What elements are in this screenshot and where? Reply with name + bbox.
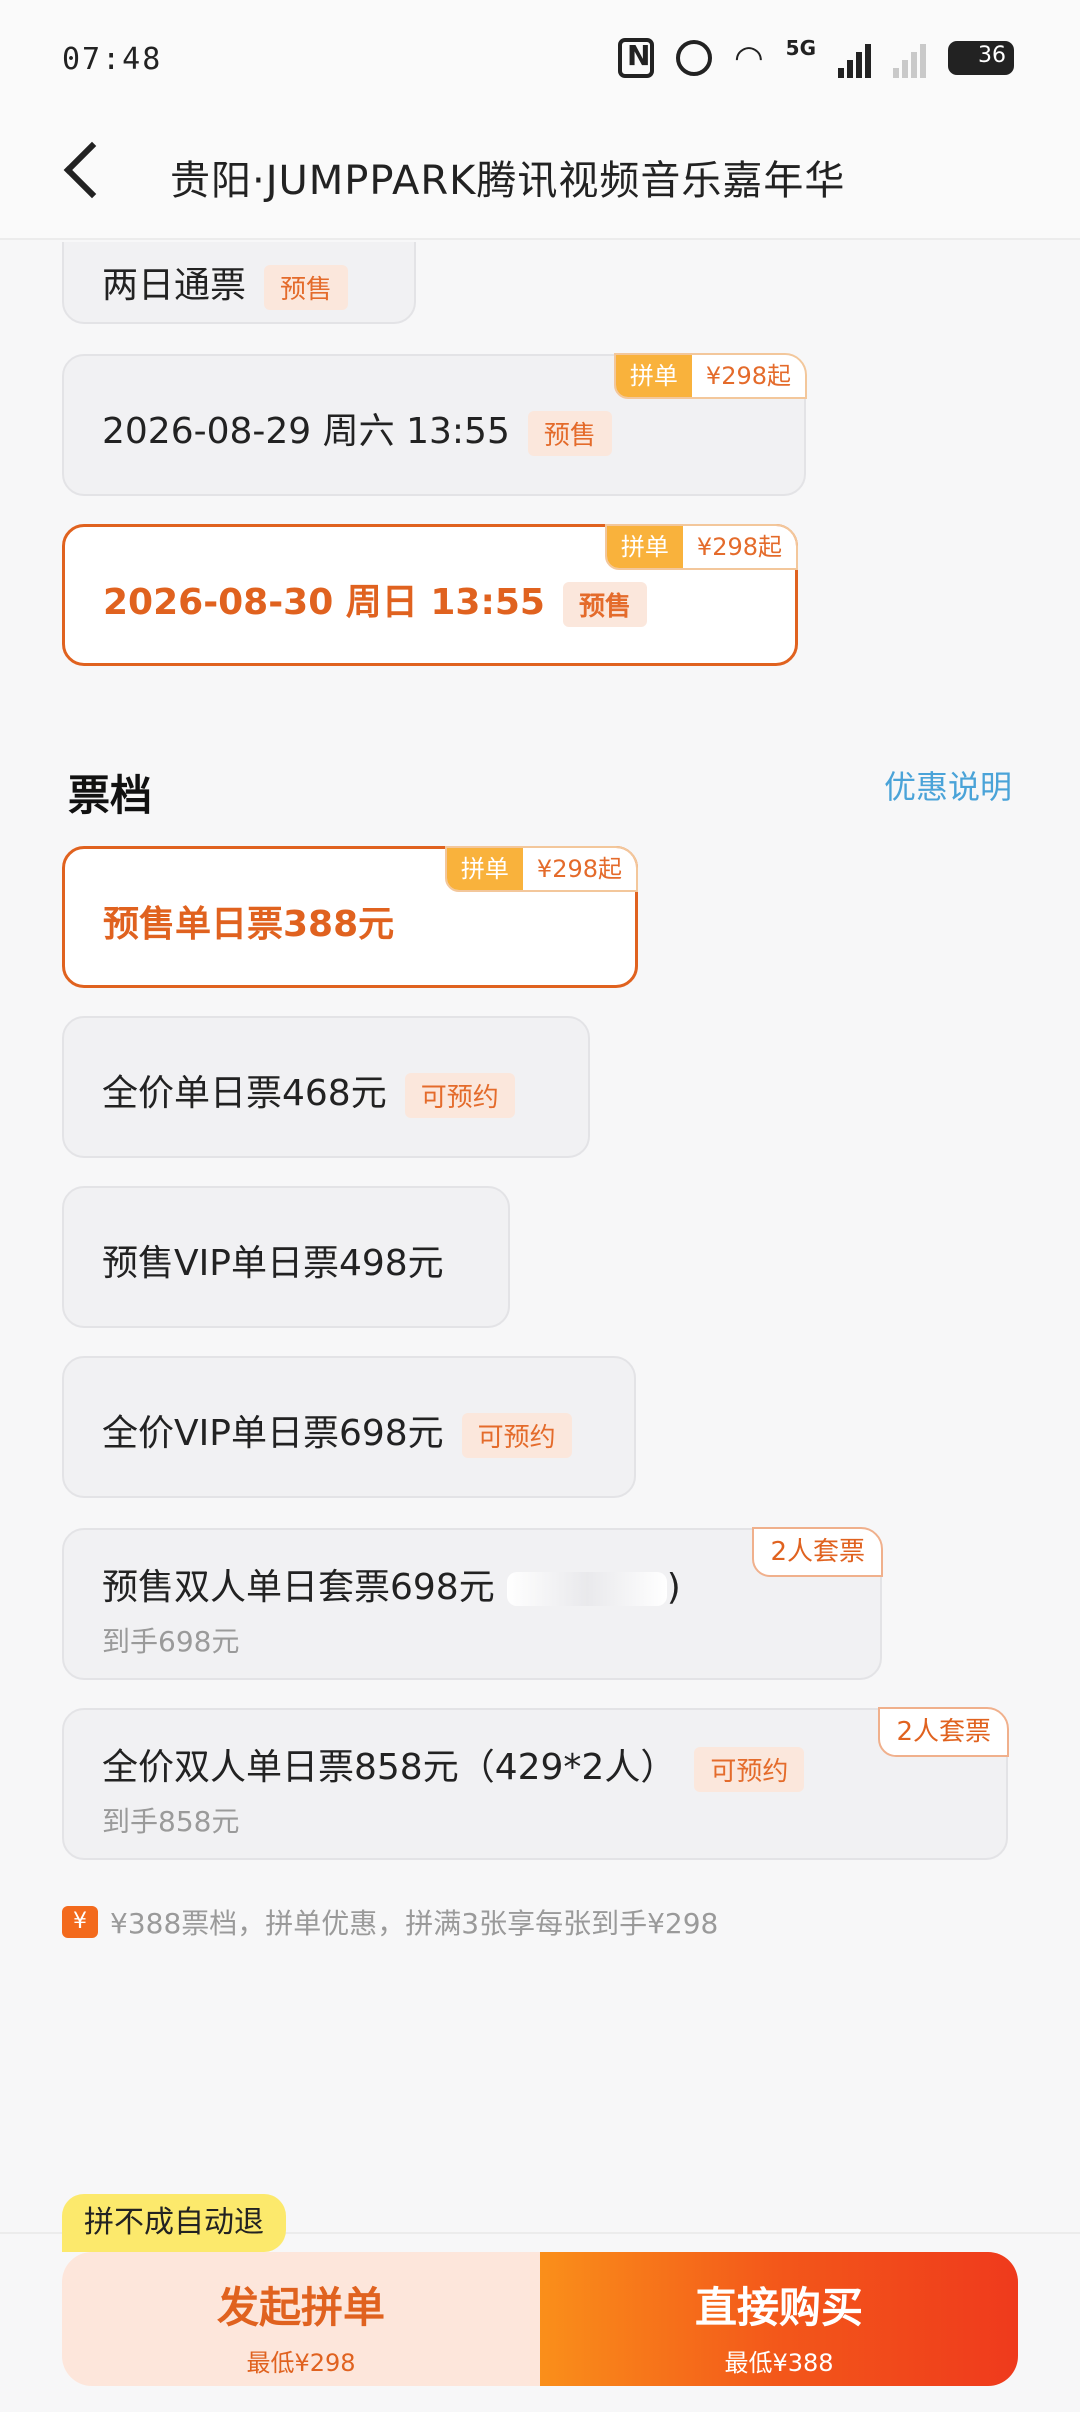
ticket-label-tail: ) [666, 1567, 681, 1608]
note-text: ¥388票档，拼单优惠，拼满3张享每张到手¥298 [110, 1907, 719, 1940]
blurred-text [506, 1572, 667, 1606]
group-buy-price: ¥298起 [691, 355, 805, 397]
ticket-label: 预售单日票388元 [103, 904, 395, 945]
group-buy-badge: 拼单 ¥298起 [604, 524, 798, 570]
session-label: 2026-08-29 周六 13:55 [102, 411, 510, 452]
back-icon[interactable] [63, 141, 121, 199]
group-buy-badge: 拼单 ¥298起 [613, 353, 807, 399]
ticket-tier-full-double[interactable]: 2人套票 全价双人单日票858元（429*2人） 可预约 到手858元 [62, 1707, 1009, 1860]
reservable-tag: 可预约 [694, 1746, 805, 1792]
action-buttons: 发起拼单 最低¥298 直接购买 最低¥388 [62, 2252, 1018, 2386]
start-group-buy-price: 最低¥298 [246, 2349, 356, 2377]
presale-tag: 预售 [562, 581, 647, 627]
status-time: 07:48 [62, 42, 163, 77]
battery-icon: 36 [948, 41, 1014, 75]
group-buy-price: ¥298起 [682, 526, 796, 568]
buy-now-price: 最低¥388 [724, 2349, 834, 2377]
ticket-label: 全价双人单日票858元（429*2人） [102, 1747, 677, 1788]
group-buy-label: 拼单 [446, 848, 523, 890]
presale-tag: 预售 [527, 410, 612, 456]
nav-header: 贵阳·JUMPPARK腾讯视频音乐嘉年华 [0, 110, 1080, 240]
ticket-tier-presale-vip[interactable]: 预售VIP单日票498元 [62, 1186, 510, 1328]
buy-now-label: 直接购买 [694, 2283, 863, 2332]
page-title: 贵阳·JUMPPARK腾讯视频音乐嘉年华 [170, 158, 846, 204]
group-buy-note: ¥ ¥388票档，拼单优惠，拼满3张享每张到手¥298 [62, 1902, 718, 1942]
section-title: 票档 [68, 771, 153, 820]
status-bar: 07:48 ◠ 5G 36 [0, 0, 1080, 110]
ticket-label: 预售双人单日套票698元 [102, 1567, 495, 1608]
session-card-0829[interactable]: 拼单 ¥298起 2026-08-29 周六 13:55 预售 [62, 353, 807, 496]
ticket-label: 预售VIP单日票498元 [102, 1243, 444, 1284]
session-card-0830[interactable]: 拼单 ¥298起 2026-08-30 周日 13:55 预售 [62, 524, 798, 666]
group-buy-badge: 拼单 ¥298起 [444, 846, 638, 892]
start-group-buy-label: 发起拼单 [216, 2283, 385, 2332]
alarm-icon [675, 40, 712, 76]
session-label: 两日通票 [102, 265, 247, 306]
final-price: 到手858元 [102, 1805, 240, 1838]
ticket-label: 全价单日票468元 [102, 1073, 387, 1114]
group-buy-label: 拼单 [606, 526, 683, 568]
discount-info-link[interactable]: 优惠说明 [884, 762, 1012, 808]
yen-icon: ¥ [62, 1906, 98, 1938]
ticket-label: 全价VIP单日票698元 [102, 1413, 444, 1454]
signal-icon [838, 38, 871, 78]
signal-2-icon [893, 38, 926, 78]
ticket-tier-presale-single[interactable]: 拼单 ¥298起 预售单日票388元 [62, 846, 638, 988]
session-label: 2026-08-30 周日 13:55 [103, 582, 545, 623]
ticket-tier-full-single[interactable]: 全价单日票468元 可预约 [62, 1016, 590, 1158]
wifi-icon: ◠ [733, 38, 764, 78]
start-group-buy-button[interactable]: 发起拼单 最低¥298 [62, 2252, 540, 2386]
battery-level: 36 [978, 43, 1006, 68]
group-buy-price: ¥298起 [522, 848, 636, 890]
auto-refund-tip: 拼不成自动退 [62, 2194, 286, 2252]
status-icons: ◠ 5G 36 [617, 36, 1014, 78]
reservable-tag: 可预约 [404, 1072, 515, 1118]
double-package-tag: 2人套票 [752, 1527, 883, 1577]
presale-tag: 预售 [264, 264, 349, 310]
group-buy-label: 拼单 [615, 355, 692, 397]
ticket-content[interactable]: 两日通票 预售 拼单 ¥298起 2026-08-29 周六 13:55 预售 拼单… [0, 242, 1080, 2192]
double-package-tag: 2人套票 [878, 1707, 1009, 1757]
buy-now-button[interactable]: 直接购买 最低¥388 [540, 2252, 1018, 2386]
final-price: 到手698元 [102, 1625, 240, 1658]
session-card-pass[interactable]: 两日通票 预售 [62, 242, 416, 324]
ticket-tier-full-vip[interactable]: 全价VIP单日票698元 可预约 [62, 1356, 636, 1498]
nfc-icon [617, 38, 654, 78]
ticket-tier-presale-double[interactable]: 2人套票 预售双人单日套票698元) 到手698元 [62, 1527, 883, 1680]
reservable-tag: 可预约 [461, 1412, 572, 1458]
network-label: 5G [785, 36, 816, 60]
